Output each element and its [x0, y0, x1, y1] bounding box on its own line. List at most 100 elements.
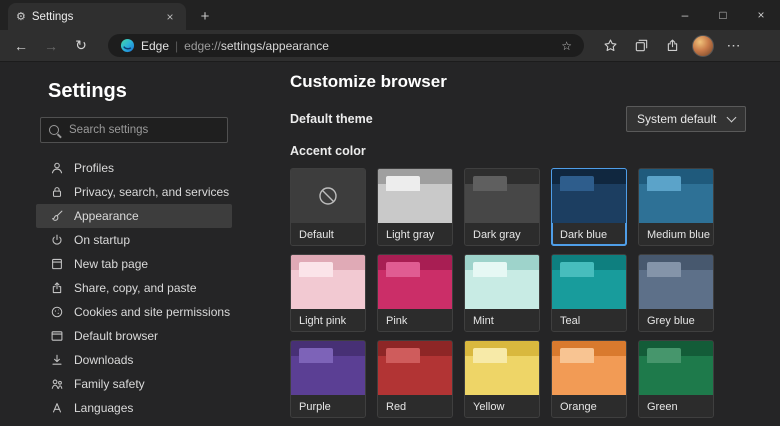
accent-swatch-light-pink[interactable]: Light pink	[290, 254, 366, 332]
search-input[interactable]	[67, 123, 219, 137]
settings-sidebar: Settings Profiles Privacy, search, and s…	[0, 62, 260, 426]
swatch-mini-tab	[386, 176, 420, 191]
swatch-mini-tab	[299, 262, 333, 277]
swatch-label: Orange	[552, 395, 626, 418]
swatch-preview	[291, 341, 365, 395]
swatch-label: Mint	[465, 309, 539, 332]
accent-swatch-mint[interactable]: Mint	[464, 254, 540, 332]
browser-window-icon	[50, 329, 64, 343]
accent-swatch-default[interactable]: Default	[290, 168, 366, 246]
accent-swatch-medium-blue[interactable]: Medium blue	[638, 168, 714, 246]
favorites-icon[interactable]	[596, 33, 624, 59]
swatch-preview	[291, 169, 365, 223]
sidebar-item-label: Languages	[74, 401, 133, 415]
sidebar-item-family-safety[interactable]: Family safety	[36, 372, 232, 396]
settings-page: Settings Profiles Privacy, search, and s…	[0, 62, 780, 426]
sidebar-item-default-browser[interactable]: Default browser	[36, 324, 232, 348]
person-icon	[50, 161, 64, 175]
swatch-preview	[552, 169, 626, 223]
page-title: Customize browser	[290, 72, 746, 92]
sidebar-item-share-copy-paste[interactable]: Share, copy, and paste	[36, 276, 232, 300]
page-icon	[50, 257, 64, 271]
sidebar-item-label: Profiles	[74, 161, 114, 175]
forward-button[interactable]: →	[36, 33, 66, 59]
swatch-label: Purple	[291, 395, 365, 418]
maximize-button[interactable]: □	[704, 0, 742, 30]
swatch-mini-tab	[473, 348, 507, 363]
sidebar-item-profiles[interactable]: Profiles	[36, 156, 232, 180]
sidebar-item-new-tab-page[interactable]: New tab page	[36, 252, 232, 276]
accent-swatch-teal[interactable]: Teal	[551, 254, 627, 332]
sidebar-item-label: Default browser	[74, 329, 158, 343]
sidebar-nav: Profiles Privacy, search, and services A…	[36, 156, 232, 426]
accent-swatch-purple[interactable]: Purple	[290, 340, 366, 418]
swatch-mini-tab	[647, 348, 681, 363]
sidebar-item-appearance[interactable]: Appearance	[36, 204, 232, 228]
sidebar-item-label: Appearance	[74, 209, 139, 223]
accent-color-grid: Default Light gray Dark gray	[290, 168, 746, 418]
settings-search-box[interactable]	[40, 117, 228, 143]
paintbrush-icon	[50, 209, 64, 223]
favorites-star-icon[interactable]: ☆	[561, 39, 572, 53]
sidebar-item-label: On startup	[74, 233, 130, 247]
accent-swatch-dark-gray[interactable]: Dark gray	[464, 168, 540, 246]
accent-swatch-red[interactable]: Red	[377, 340, 453, 418]
settings-more-icon[interactable]: ⋯	[720, 33, 748, 59]
address-bar-brand: Edge	[141, 39, 169, 53]
toolbar-actions: ⋯	[596, 33, 748, 59]
accent-swatch-dark-blue[interactable]: Dark blue	[551, 168, 627, 246]
accent-swatch-grey-blue[interactable]: Grey blue	[638, 254, 714, 332]
theme-dropdown[interactable]: System default	[626, 106, 746, 132]
swatch-preview	[291, 255, 365, 309]
sidebar-item-label: Cookies and site permissions	[74, 305, 230, 319]
swatch-preview	[639, 341, 713, 395]
close-button[interactable]: ×	[742, 0, 780, 30]
share-icon[interactable]	[658, 33, 686, 59]
accent-swatch-yellow[interactable]: Yellow	[464, 340, 540, 418]
swatch-mini-tab	[560, 262, 594, 277]
collections-icon[interactable]	[627, 33, 655, 59]
accent-swatch-light-gray[interactable]: Light gray	[377, 168, 453, 246]
swatch-label: Light gray	[378, 223, 452, 246]
swatch-preview	[552, 255, 626, 309]
swatch-preview	[639, 169, 713, 223]
sidebar-item-cookies-permissions[interactable]: Cookies and site permissions	[36, 300, 232, 324]
swatch-mini-tab	[386, 262, 420, 277]
swatch-preview	[465, 255, 539, 309]
theme-dropdown-value: System default	[637, 112, 716, 126]
url-scheme: edge://	[184, 39, 221, 53]
swatch-label: Pink	[378, 309, 452, 332]
gear-icon: ⚙	[16, 10, 26, 23]
swatch-mini-tab	[560, 176, 594, 191]
back-button[interactable]: ←	[6, 33, 36, 59]
sidebar-item-privacy[interactable]: Privacy, search, and services	[36, 180, 232, 204]
swatch-label: Dark gray	[465, 223, 539, 246]
accent-swatch-pink[interactable]: Pink	[377, 254, 453, 332]
browser-tab-settings[interactable]: ⚙ Settings ×	[8, 3, 186, 30]
sidebar-item-label: Downloads	[74, 353, 133, 367]
sidebar-item-printers[interactable]: Printers	[36, 420, 232, 426]
new-tab-button[interactable]: +	[192, 4, 218, 28]
tab-close-icon[interactable]: ×	[162, 9, 178, 25]
lock-icon	[50, 185, 64, 199]
profile-avatar[interactable]	[689, 33, 717, 59]
window-controls: – □ ×	[666, 0, 780, 30]
swatch-mini-tab	[473, 262, 507, 277]
address-bar[interactable]: Edge | edge://settings/appearance ☆	[108, 34, 584, 57]
sidebar-item-on-startup[interactable]: On startup	[36, 228, 232, 252]
share-box-icon	[50, 281, 64, 295]
edge-logo-icon	[120, 38, 135, 53]
minimize-button[interactable]: –	[666, 0, 704, 30]
sidebar-item-languages[interactable]: Languages	[36, 396, 232, 420]
swatch-mini-tab	[560, 348, 594, 363]
swatch-preview	[378, 169, 452, 223]
accent-swatch-orange[interactable]: Orange	[551, 340, 627, 418]
accent-swatch-green[interactable]: Green	[638, 340, 714, 418]
sidebar-item-downloads[interactable]: Downloads	[36, 348, 232, 372]
swatch-label: Medium blue	[639, 223, 713, 246]
tab-title: Settings	[32, 11, 156, 23]
swatch-label: Teal	[552, 309, 626, 332]
titlebar: ⚙ Settings × + – □ ×	[0, 0, 780, 30]
refresh-button[interactable]: ↻	[66, 33, 96, 59]
swatch-mini-tab	[647, 262, 681, 277]
